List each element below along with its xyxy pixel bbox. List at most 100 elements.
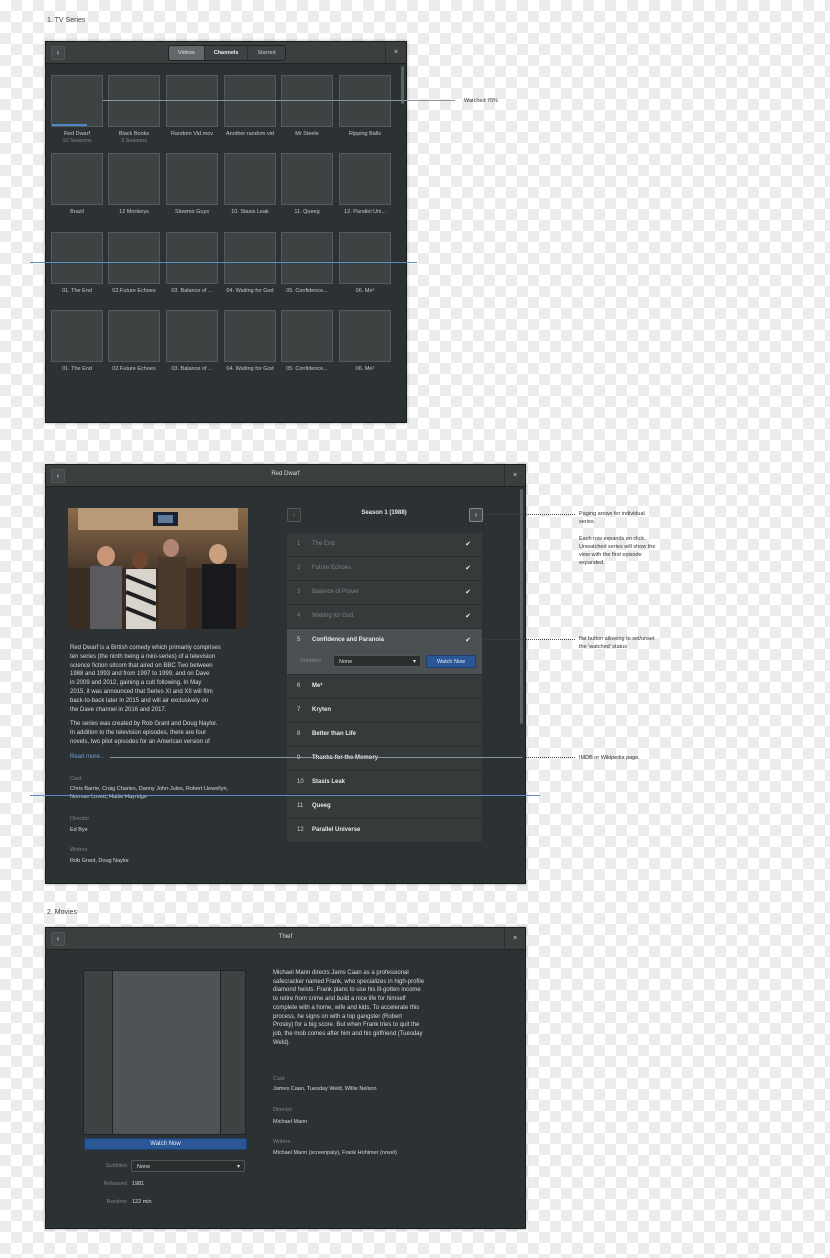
video-thumbnail[interactable]	[224, 310, 276, 362]
note-line: flat button allowing to set/unset	[579, 636, 655, 642]
video-thumbnail[interactable]	[51, 232, 103, 284]
writers-label: Writers	[70, 847, 88, 853]
tab-starred[interactable]: Starred	[248, 46, 285, 60]
read-more-link[interactable]: Read more...	[70, 754, 105, 760]
watched-guide-line	[103, 100, 455, 101]
video-thumbnail[interactable]	[224, 75, 276, 127]
video-thumbnail[interactable]	[224, 232, 276, 284]
episode-title: The End	[312, 541, 335, 547]
note-line: Unwatched series will show the	[579, 544, 656, 550]
episode-row[interactable]: 6 Me²	[287, 675, 482, 699]
video-thumbnail[interactable]	[339, 153, 391, 205]
description-line: Michael Mann directs Jams Caan as a prof…	[273, 970, 409, 976]
description-line: science fiction sitcom that aired on BBC…	[70, 662, 213, 669]
video-thumbnail[interactable]	[166, 232, 218, 284]
close-button[interactable]: ×	[504, 465, 525, 486]
description-line: 2015, it was announced that Series XI an…	[70, 688, 213, 695]
runtime-value: 122 min	[132, 1199, 152, 1205]
video-thumbnail[interactable]	[339, 232, 391, 284]
video-thumbnail[interactable]	[108, 153, 160, 205]
video-thumbnail[interactable]	[108, 310, 160, 362]
description-line: Prosky) for a big score. But when Frank …	[273, 1022, 420, 1029]
description-line: Red Dwarf is a British comedy which prim…	[70, 645, 221, 651]
video-thumbnail[interactable]	[166, 75, 218, 127]
video-thumbnail[interactable]	[51, 153, 103, 205]
note-watched: Watched 70%	[464, 98, 499, 104]
cast-value: Chris Barrie, Craig Charles, Danny John-…	[70, 786, 228, 801]
episode-row[interactable]: 4 Waiting for God ✔	[287, 605, 482, 629]
video-thumbnail[interactable]	[339, 310, 391, 362]
writers-value: Rob Grant, Doug Naylor	[70, 858, 129, 864]
section-title-tv: 1. TV Series	[47, 17, 86, 24]
description-line: process, he signs on with a top gangster…	[273, 1013, 403, 1020]
close-button[interactable]: ×	[385, 42, 406, 63]
watch-now-button[interactable]: Watch Now	[426, 655, 476, 668]
episode-row[interactable]: 3 Balance of Power ✔	[287, 581, 482, 605]
video-thumbnail[interactable]	[281, 232, 333, 284]
video-thumbnail[interactable]	[281, 75, 333, 127]
episode-title: Future Echoes	[312, 565, 352, 571]
episode-row[interactable]: 1 The End ✔	[287, 533, 482, 557]
series-header: ‹ Red Dwarf ×	[46, 465, 525, 487]
scrollbar[interactable]	[401, 66, 404, 104]
season-title: Season 1 (1988)	[361, 510, 407, 516]
episode-title: Kryten	[312, 707, 332, 713]
video-title: 06. Me²	[355, 366, 375, 372]
released-label: Released	[103, 1181, 127, 1187]
checkmark-icon[interactable]: ✔	[465, 636, 471, 644]
episode-number: 1	[297, 541, 301, 547]
episode-row[interactable]: 8 Better than Life	[287, 723, 482, 747]
video-thumbnail[interactable]	[51, 75, 103, 127]
video-title: 04. Waiting for God	[226, 288, 274, 294]
video-title: 03. Balance of ...	[171, 366, 213, 372]
back-button[interactable]: ‹	[51, 46, 65, 60]
video-thumbnail[interactable]	[281, 153, 333, 205]
video-thumbnail[interactable]	[166, 310, 218, 362]
checkmark-icon[interactable]: ✔	[465, 540, 471, 548]
episode-row[interactable]: 5 Confidence and Paranoia ✔ Subtitles None ▾ W…	[287, 629, 482, 675]
tab-videos[interactable]: Videos	[169, 46, 205, 60]
director-label: Director	[70, 816, 90, 822]
video-title: Brazil	[70, 209, 84, 215]
checkmark-icon[interactable]: ✔	[465, 612, 471, 620]
video-thumbnail[interactable]	[51, 310, 103, 362]
browser-window: ‹ Videos Channels Starred × Red Dwarf 10 …	[45, 41, 407, 423]
movie-description: Michael Mann directs Jams Caan as a prof…	[273, 969, 463, 1047]
episode-row[interactable]: 10 Stasis Leak	[287, 771, 482, 795]
video-thumbnail[interactable]	[108, 232, 160, 284]
cast-label: Cast	[273, 1076, 285, 1082]
video-thumbnail[interactable]	[339, 75, 391, 127]
episode-number: 2	[297, 565, 301, 571]
subtitles-label: Subtitles	[300, 658, 322, 664]
checkmark-icon[interactable]: ✔	[465, 564, 471, 572]
video-thumbnail[interactable]	[166, 153, 218, 205]
close-button[interactable]: ×	[504, 928, 525, 949]
episode-row[interactable]: 11 Queeg	[287, 795, 482, 819]
close-icon: ×	[512, 472, 518, 479]
subtitles-dropdown[interactable]: None ▾	[131, 1160, 245, 1172]
video-title: 04. Waiting for God	[226, 366, 274, 372]
checkmark-icon[interactable]: ✔	[465, 588, 471, 596]
episode-title: Stasis Leak	[312, 779, 346, 785]
episode-row[interactable]: 12 Parallel Universe	[287, 819, 482, 843]
chevron-right-icon: ›	[474, 510, 478, 519]
prev-season-button[interactable]: ‹	[287, 508, 301, 522]
video-subtitle: 10 Seasons	[62, 138, 92, 144]
scrollbar[interactable]	[520, 489, 523, 724]
subtitles-dropdown[interactable]: None ▾	[333, 655, 421, 667]
episode-number: 9	[297, 755, 301, 761]
description-line: diamond heists. Frank plans to use his i…	[273, 987, 421, 994]
chevron-down-icon: ▾	[412, 659, 416, 665]
next-season-button[interactable]: ›	[469, 508, 483, 522]
tab-channels[interactable]: Channels	[204, 46, 249, 60]
episode-row[interactable]: 2 Future Echoes ✔	[287, 557, 482, 581]
director-value: Ed Bye	[70, 827, 88, 833]
episode-row[interactable]: 9 Thanks for the Memory	[287, 747, 482, 771]
watch-now-button[interactable]: Watch Now	[84, 1138, 247, 1150]
video-thumbnail[interactable]	[224, 153, 276, 205]
episode-row[interactable]: 7 Kryten	[287, 699, 482, 723]
episode-title: Confidence and Paranoia	[312, 637, 385, 643]
video-thumbnail[interactable]	[281, 310, 333, 362]
video-thumbnail[interactable]	[108, 75, 160, 127]
description-line: the Dave channel in 2016 and 2017.	[70, 706, 167, 713]
